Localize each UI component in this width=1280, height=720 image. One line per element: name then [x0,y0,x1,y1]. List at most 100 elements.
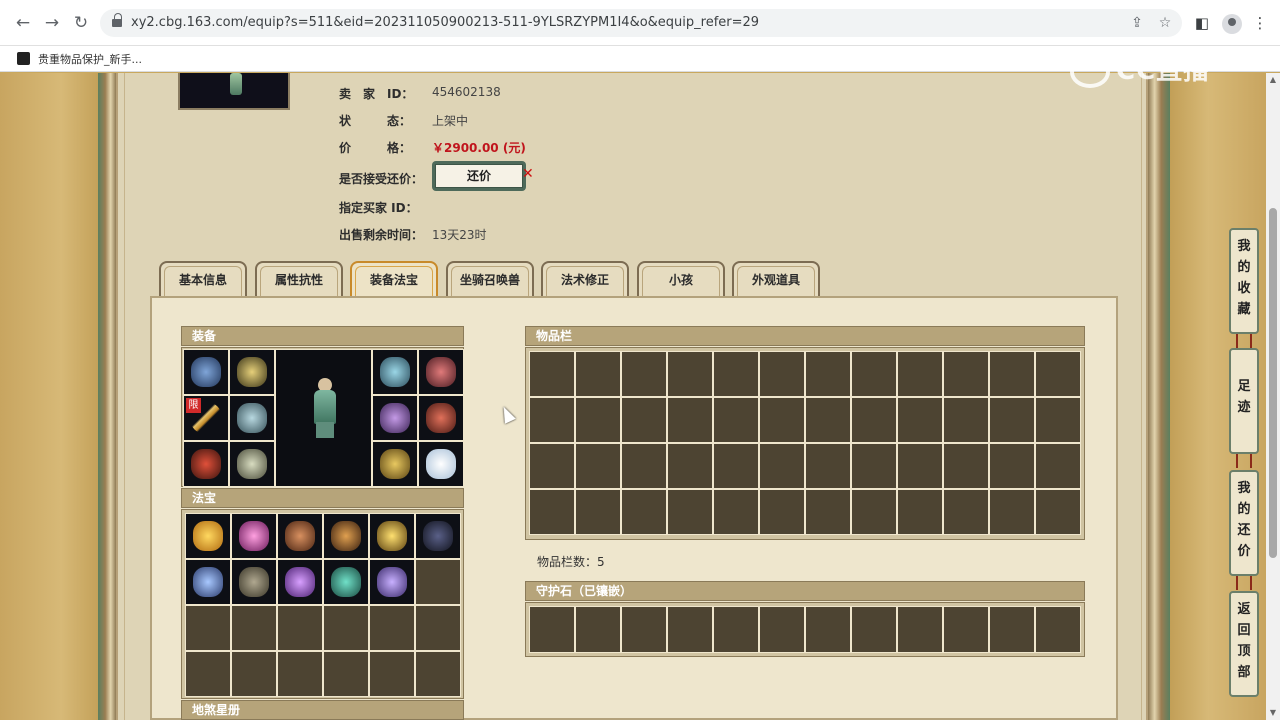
treasure-slot-empty[interactable] [185,605,231,651]
treasure-slot-empty[interactable] [277,651,323,697]
treasure-slot[interactable] [231,559,277,605]
equipment-slot-armor[interactable] [229,395,275,441]
guard-stone-slot[interactable] [759,606,805,653]
share-icon[interactable]: ⇪ [1128,14,1146,32]
inventory-slot[interactable] [575,443,621,489]
equipment-slot-weapon[interactable]: 限 [183,395,229,441]
equipment-slot-helmet[interactable] [183,349,229,395]
inventory-slot[interactable] [943,489,989,535]
inventory-slot[interactable] [621,351,667,397]
tab-children[interactable]: 小孩 [637,261,725,297]
guard-stone-slot[interactable] [943,606,989,653]
inventory-slot[interactable] [805,443,851,489]
treasure-slot-empty[interactable] [369,605,415,651]
inventory-slot[interactable] [1035,397,1081,443]
treasure-slot[interactable] [231,513,277,559]
side-nav-counter-offers[interactable]: 我的还价 [1229,470,1259,576]
inventory-slot[interactable] [851,397,897,443]
reload-icon[interactable]: ↻ [71,13,91,33]
tab-basic-info[interactable]: 基本信息 [159,261,247,297]
inventory-slot[interactable] [667,489,713,535]
forward-icon[interactable]: → [42,13,62,33]
equipment-slot-orb[interactable] [418,441,464,487]
inventory-slot[interactable] [759,443,805,489]
inventory-slot[interactable] [529,397,575,443]
star-icon[interactable]: ☆ [1156,14,1174,32]
side-nav-history[interactable]: 足迹 [1229,348,1259,454]
guard-stone-slot[interactable] [575,606,621,653]
inventory-slot[interactable] [851,351,897,397]
inventory-slot[interactable] [713,443,759,489]
inventory-slot[interactable] [667,397,713,443]
sidebar-icon[interactable]: ◧ [1192,13,1212,33]
guard-stone-slot[interactable] [1035,606,1081,653]
treasure-slot-empty[interactable] [277,605,323,651]
inventory-slot[interactable] [897,351,943,397]
guard-stone-slot[interactable] [667,606,713,653]
treasure-slot-empty[interactable] [369,651,415,697]
inventory-slot[interactable] [759,489,805,535]
treasure-slot-empty[interactable] [323,605,369,651]
inventory-slot[interactable] [759,397,805,443]
tab-attributes[interactable]: 属性抗性 [255,261,343,297]
inventory-slot[interactable] [989,489,1035,535]
equipment-slot-belt[interactable] [372,395,418,441]
treasure-slot-empty[interactable] [415,605,461,651]
inventory-slot[interactable] [989,351,1035,397]
side-nav-favorites[interactable]: 我的收藏 [1229,228,1259,334]
guard-stone-slot[interactable] [805,606,851,653]
profile-avatar-icon[interactable] [1222,14,1242,34]
treasure-slot[interactable] [323,513,369,559]
inventory-slot[interactable] [989,443,1035,489]
guard-stone-slot[interactable] [897,606,943,653]
treasure-slot[interactable] [415,513,461,559]
inventory-slot[interactable] [621,489,667,535]
treasure-slot-empty[interactable] [323,651,369,697]
treasure-slot[interactable] [369,559,415,605]
page-scrollbar[interactable]: ▲ ▼ [1266,73,1280,720]
tab-appearance[interactable]: 外观道具 [732,261,820,297]
inventory-slot[interactable] [897,489,943,535]
address-bar[interactable]: xy2.cbg.163.com/equip?s=511&eid=20231105… [100,9,1182,37]
treasure-slot[interactable] [323,559,369,605]
inventory-slot[interactable] [529,351,575,397]
treasure-slot-empty[interactable] [415,559,461,605]
tab-equipment[interactable]: 装备法宝 [350,261,438,297]
guard-stone-slot[interactable] [713,606,759,653]
inventory-slot[interactable] [575,397,621,443]
counter-offer-button[interactable]: 还价 [432,161,526,191]
side-nav-back-to-top[interactable]: 返回顶部 [1229,591,1259,697]
guard-stone-slot[interactable] [989,606,1035,653]
treasure-slot[interactable] [185,559,231,605]
equipment-slot-necklace[interactable] [229,349,275,395]
scroll-down-icon[interactable]: ▼ [1269,709,1277,717]
inventory-slot[interactable] [943,397,989,443]
scroll-up-icon[interactable]: ▲ [1269,76,1277,84]
inventory-slot[interactable] [851,443,897,489]
inventory-slot[interactable] [851,489,897,535]
inventory-slot[interactable] [805,351,851,397]
inventory-slot[interactable] [621,397,667,443]
inventory-slot[interactable] [897,443,943,489]
equipment-slot-pendant[interactable] [418,349,464,395]
guard-stone-slot[interactable] [851,606,897,653]
guard-stone-slot[interactable] [621,606,667,653]
back-icon[interactable]: ← [13,13,33,33]
inventory-slot[interactable] [943,351,989,397]
treasure-slot-empty[interactable] [185,651,231,697]
equipment-slot-boots[interactable] [229,441,275,487]
equipment-slot-bracelet[interactable] [418,395,464,441]
inventory-slot[interactable] [989,397,1035,443]
inventory-slot[interactable] [805,489,851,535]
inventory-slot[interactable] [575,489,621,535]
inventory-slot[interactable] [667,443,713,489]
inventory-slot[interactable] [897,397,943,443]
inventory-slot[interactable] [713,397,759,443]
treasure-slot-empty[interactable] [415,651,461,697]
inventory-slot[interactable] [667,351,713,397]
inventory-slot[interactable] [1035,489,1081,535]
inventory-slot[interactable] [621,443,667,489]
guard-stone-slot[interactable] [529,606,575,653]
inventory-slot[interactable] [1035,443,1081,489]
equipment-slot-mask[interactable] [372,349,418,395]
